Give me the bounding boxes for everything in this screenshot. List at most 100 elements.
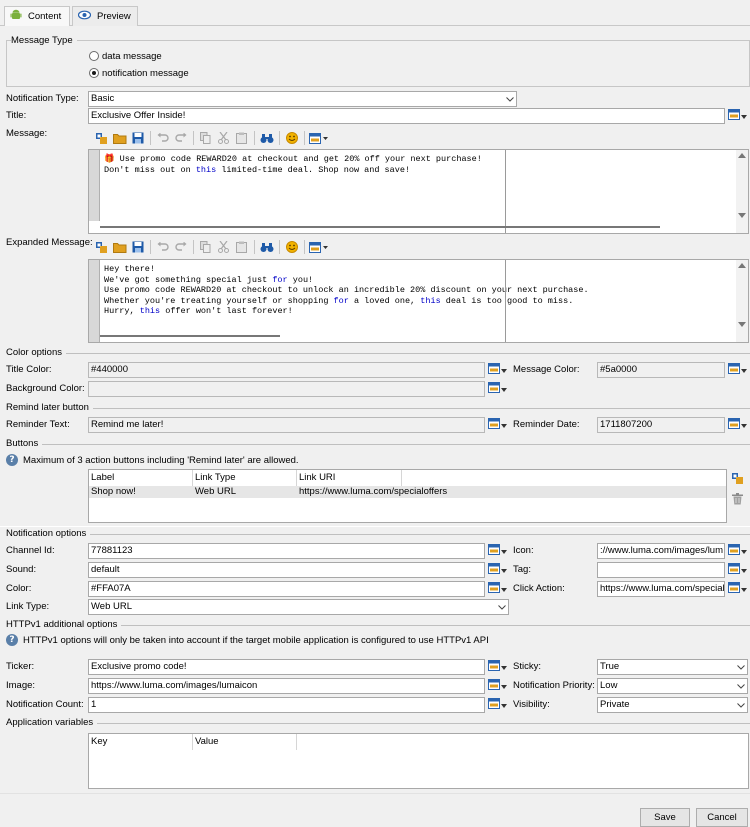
undo-icon[interactable] <box>154 130 171 146</box>
column-header-value[interactable]: Value <box>193 734 297 750</box>
radio-data-message[interactable] <box>89 51 99 61</box>
title-color-personalize-button[interactable] <box>488 363 508 377</box>
insert-field-icon <box>728 109 740 123</box>
reminder-text-personalize-button[interactable] <box>488 418 508 432</box>
toolbar-separator <box>279 131 280 145</box>
buttons-table[interactable]: Label Link Type Link URI Shop now! Web U… <box>88 469 727 523</box>
find-binoculars-icon[interactable] <box>258 239 275 255</box>
editor-gutter <box>89 260 100 342</box>
chevron-down-icon <box>497 601 507 613</box>
editor-print-margin <box>505 150 506 233</box>
tab-content[interactable]: Content <box>4 6 70 26</box>
editor-gutter <box>89 150 100 221</box>
cut-icon[interactable] <box>215 130 232 146</box>
icon-personalize-button[interactable] <box>728 544 748 558</box>
editor-vertical-scrollbar[interactable] <box>736 150 748 233</box>
save-button[interactable]: Save <box>640 808 690 827</box>
editor-horizontal-scrollbar[interactable] <box>100 335 280 337</box>
icon-label: Icon: <box>513 545 534 556</box>
link-type-select[interactable]: Web URL <box>88 599 509 615</box>
ticker-input[interactable]: Exclusive promo code! <box>88 659 485 675</box>
background-color-input[interactable] <box>88 381 485 397</box>
color-input[interactable]: #FFA07A <box>88 581 485 597</box>
insert-field-dropdown-icon[interactable] <box>308 130 330 146</box>
cut-icon[interactable] <box>215 239 232 255</box>
notification-count-input[interactable]: 1 <box>88 697 485 713</box>
background-color-personalize-button[interactable] <box>488 382 508 396</box>
add-button-icon[interactable] <box>731 472 744 488</box>
application-variables-table[interactable]: Key Value <box>88 733 749 789</box>
image-input[interactable]: https://www.luma.com/images/lumaicon <box>88 678 485 694</box>
tag-personalize-button[interactable] <box>728 563 748 577</box>
chevron-down-icon <box>736 680 746 692</box>
emoji-icon[interactable] <box>283 130 300 146</box>
channel-id-input[interactable]: 77881123 <box>88 543 485 559</box>
editor-horizontal-scrollbar[interactable] <box>100 226 660 228</box>
tab-bar: Content Preview <box>0 0 750 26</box>
message-color-input[interactable]: #5a0000 <box>597 362 725 378</box>
insert-field-icon <box>488 698 500 712</box>
insert-field-icon <box>488 544 500 558</box>
column-header-label[interactable]: Label <box>89 470 193 486</box>
redo-icon[interactable] <box>172 239 189 255</box>
dropdown-arrow-icon <box>741 365 747 376</box>
notification-priority-select[interactable]: Low <box>597 678 748 694</box>
table-row[interactable]: Shop now! Web URL https://www.luma.com/s… <box>89 486 726 498</box>
httpv1-info-text: HTTPv1 options will only be taken into a… <box>23 635 489 646</box>
redo-icon[interactable] <box>172 130 189 146</box>
open-folder-icon[interactable] <box>111 239 128 255</box>
trash-icon[interactable] <box>732 493 743 508</box>
cancel-button[interactable]: Cancel <box>696 808 748 827</box>
visibility-select[interactable]: Private <box>597 697 748 713</box>
reminder-text-input[interactable]: Remind me later! <box>88 417 485 433</box>
sound-personalize-button[interactable] <box>488 563 508 577</box>
personalization-icon[interactable] <box>93 239 110 255</box>
insert-field-dropdown-icon[interactable] <box>308 239 330 255</box>
notification-count-personalize-button[interactable] <box>488 698 508 712</box>
tab-preview[interactable]: Preview <box>72 6 138 26</box>
click-action-input[interactable]: https://www.luma.com/special <box>597 581 725 597</box>
title-input[interactable]: Exclusive Offer Inside! <box>88 108 725 124</box>
reminder-date-input[interactable]: 1711807200 <box>597 417 725 433</box>
expanded-message-editor[interactable]: Hey there! We've got something special ju… <box>88 259 749 343</box>
message-color-personalize-button[interactable] <box>728 363 748 377</box>
color-options-title: Color options <box>6 347 66 359</box>
personalization-icon[interactable] <box>93 130 110 146</box>
column-header-link-type[interactable]: Link Type <box>193 470 297 486</box>
insert-field-icon <box>488 382 500 396</box>
radio-notification-message[interactable] <box>89 68 99 78</box>
click-action-personalize-button[interactable] <box>728 582 748 596</box>
sticky-select[interactable]: True <box>597 659 748 675</box>
title-personalize-button[interactable] <box>728 109 748 123</box>
sound-input[interactable]: default <box>88 562 485 578</box>
cell-link-type: Web URL <box>195 486 237 497</box>
message-type-title: Message Type <box>11 35 77 47</box>
ticker-personalize-button[interactable] <box>488 660 508 674</box>
emoji-icon[interactable] <box>283 239 300 255</box>
copy-icon[interactable] <box>197 130 214 146</box>
paste-icon[interactable] <box>233 239 250 255</box>
channel-id-personalize-button[interactable] <box>488 544 508 558</box>
copy-icon[interactable] <box>197 239 214 255</box>
undo-icon[interactable] <box>154 239 171 255</box>
save-icon[interactable] <box>129 239 146 255</box>
notification-type-select[interactable]: Basic <box>88 91 517 107</box>
reminder-date-personalize-button[interactable] <box>728 418 748 432</box>
click-action-label: Click Action: <box>513 583 565 594</box>
tag-input[interactable] <box>597 562 725 578</box>
chevron-down-icon <box>736 661 746 673</box>
open-folder-icon[interactable] <box>111 130 128 146</box>
section-separator <box>0 526 750 527</box>
find-binoculars-icon[interactable] <box>258 130 275 146</box>
column-header-link-uri[interactable]: Link URI <box>297 470 402 486</box>
color-personalize-button[interactable] <box>488 582 508 596</box>
save-icon[interactable] <box>129 130 146 146</box>
paste-icon[interactable] <box>233 130 250 146</box>
title-color-input[interactable]: #440000 <box>88 362 485 378</box>
column-header-key[interactable]: Key <box>89 734 193 750</box>
editor-vertical-scrollbar[interactable] <box>736 260 748 342</box>
icon-input[interactable]: ://www.luma.com/images/lum <box>597 543 725 559</box>
message-editor[interactable]: 🎁 Use promo code REWARD20 at checkout an… <box>88 149 749 234</box>
image-personalize-button[interactable] <box>488 679 508 693</box>
tab-content-label: Content <box>28 11 62 22</box>
